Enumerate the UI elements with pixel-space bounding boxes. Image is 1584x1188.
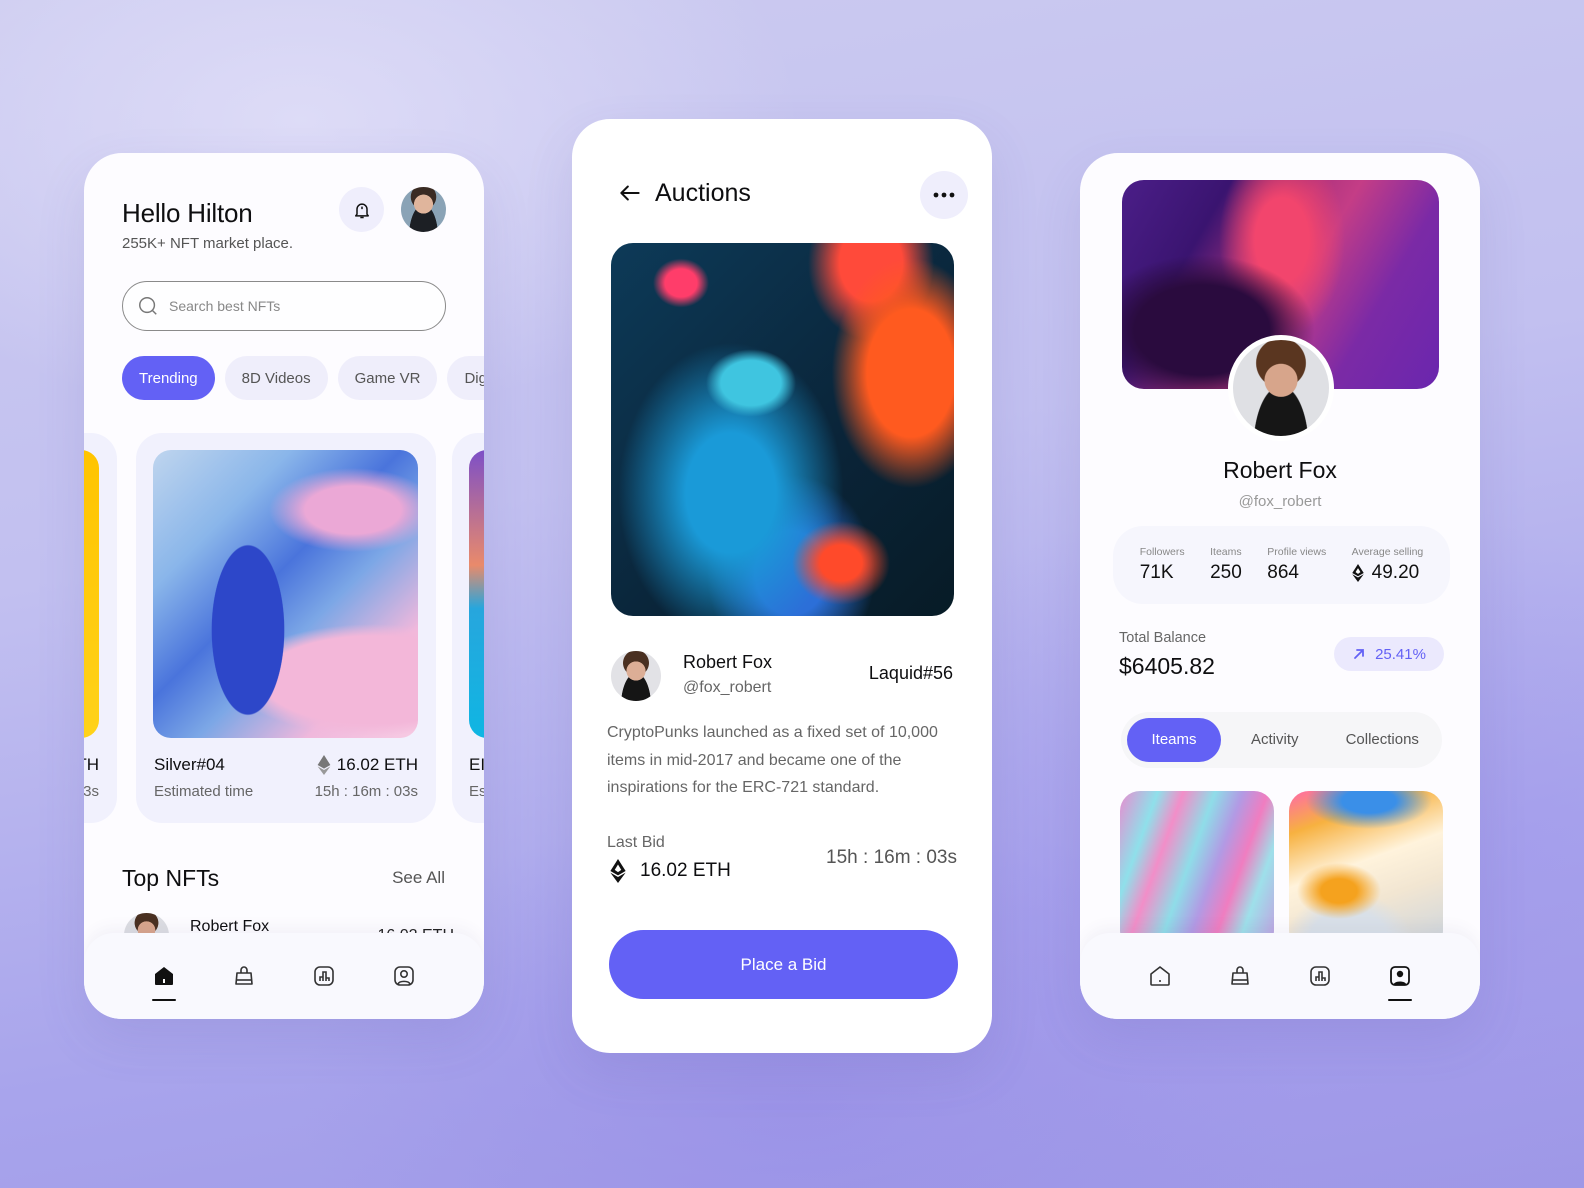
stat-items: Iteams 250: [1210, 546, 1242, 584]
nft-label-partial: Es: [469, 783, 484, 800]
stat-followers: Followers 71K: [1140, 546, 1185, 584]
tab-bag[interactable]: [229, 961, 259, 991]
last-bid-amount: 16.02 ETH: [640, 860, 731, 881]
nft-name-partial: EI: [469, 755, 484, 774]
search-icon: [139, 297, 157, 315]
chip-8d-videos[interactable]: 8D Videos: [224, 356, 328, 400]
profile-icon: [394, 966, 414, 986]
more-options-button[interactable]: [920, 171, 968, 219]
profile-avatar: [1228, 335, 1334, 441]
nft-hero-image: [611, 243, 954, 616]
stat-label: Profile views: [1267, 546, 1327, 558]
category-chips: Trending 8D Videos Game VR Digi: [122, 356, 484, 400]
ethereum-icon: [317, 755, 331, 775]
nft-id: Laquid#56: [868, 663, 953, 683]
tab-profile[interactable]: [389, 961, 419, 991]
nft-thumbnail[interactable]: [1289, 791, 1443, 951]
segment-collections[interactable]: Collections: [1329, 718, 1437, 762]
total-balance-label: Total Balance: [1119, 630, 1207, 646]
chip-trending[interactable]: Trending: [122, 356, 215, 400]
back-arrow-icon[interactable]: [617, 180, 643, 206]
nft-card-partial-left[interactable]: TH 3s: [84, 433, 117, 823]
place-bid-button[interactable]: Place a Bid: [609, 930, 958, 999]
bag-icon: [1231, 966, 1249, 985]
tab-profile[interactable]: [1385, 961, 1415, 1001]
segment-activity[interactable]: Activity: [1221, 718, 1329, 762]
stat-value: 250: [1210, 562, 1242, 583]
stat-profile-views: Profile views 864: [1267, 546, 1326, 584]
stat-average-selling: Average selling 49.20: [1352, 546, 1424, 584]
stat-label: Followers: [1139, 546, 1185, 558]
tab-bag[interactable]: [1225, 961, 1255, 991]
auction-screen: Auctions Robert Fox @fox_robert Laquid#5…: [572, 119, 992, 1053]
nft-artwork: [153, 450, 418, 738]
balance-change-value: 25.41%: [1375, 645, 1426, 663]
auction-countdown: 15h : 16m : 03s: [826, 847, 957, 868]
profile-screen: Robert Fox @fox_robert Followers 71K Ite…: [1080, 153, 1480, 1019]
home-icon: [1150, 966, 1170, 986]
last-bid-label: Last Bid: [607, 834, 665, 851]
ethereum-icon: [610, 859, 626, 883]
profile-name: Robert Fox: [1223, 457, 1337, 483]
search-input[interactable]: Search best NFTs: [122, 281, 446, 331]
last-bid-value: 16.02 ETH: [610, 859, 731, 883]
home-icon: [155, 967, 173, 985]
greeting: Hello Hilton: [122, 198, 253, 228]
nft-artwork: [469, 450, 484, 738]
nft-thumbnail[interactable]: [1120, 791, 1274, 951]
nft-name: Silver#04: [154, 755, 225, 774]
nft-description: CryptoPunks launched as a fixed set of 1…: [607, 724, 938, 796]
ethereum-icon: [1351, 564, 1364, 582]
nft-time-partial: 3s: [84, 783, 99, 800]
subtitle: 255K+ NFT market place.: [122, 235, 294, 252]
balance-change-badge: 25.41%: [1334, 637, 1444, 671]
bell-icon: [354, 202, 369, 218]
profile-stats: Followers 71K Iteams 250 Profile views 8…: [1113, 526, 1450, 604]
top-nfts-title: Top NFTs: [122, 865, 220, 891]
stat-value: 71K: [1139, 562, 1174, 583]
tab-home[interactable]: [1145, 961, 1175, 991]
estimated-time-label: Estimated time: [154, 783, 254, 800]
nft-card-featured[interactable]: Silver#04 16.02 ETH Estimated time 15h :…: [136, 433, 436, 823]
nft-card-partial-right[interactable]: EI Es: [452, 433, 484, 823]
owner-avatar[interactable]: [611, 651, 661, 701]
nft-price-value: 16.02 ETH: [336, 755, 418, 774]
chart-icon: [1310, 966, 1330, 986]
more-horizontal-icon: [933, 192, 955, 198]
bottom-tab-bar: [1080, 933, 1480, 1019]
search-placeholder: Search best NFTs: [169, 298, 281, 314]
chip-digital[interactable]: Digi: [447, 356, 484, 400]
chip-game-vr[interactable]: Game VR: [337, 356, 438, 400]
stat-label: Iteams: [1210, 546, 1242, 558]
profile-segment-tabs: Iteams Activity Collections: [1121, 712, 1442, 768]
page-title: Auctions: [655, 179, 751, 207]
notifications-button[interactable]: [339, 187, 384, 232]
bottom-tab-bar: [84, 933, 484, 1019]
stat-label: Average selling: [1351, 546, 1424, 558]
profile-icon: [1390, 966, 1410, 986]
owner-handle: @fox_robert: [683, 679, 772, 696]
owner-name: Robert Fox: [683, 652, 773, 672]
chart-icon: [314, 966, 334, 986]
home-screen: Hello Hilton 255K+ NFT market place. Sea…: [84, 153, 484, 1019]
average-selling-value: 49.20: [1371, 562, 1420, 583]
stat-value: 49.20: [1351, 562, 1424, 584]
segment-items[interactable]: Iteams: [1127, 718, 1221, 762]
estimated-time-value: 15h : 16m : 03s: [314, 783, 418, 800]
tab-stats[interactable]: [309, 961, 339, 991]
nft-price: 16.02 ETH: [317, 755, 418, 775]
nft-artwork: [84, 450, 99, 738]
arrow-up-right-icon: [1354, 649, 1364, 659]
nft-price-partial: TH: [84, 755, 99, 774]
bag-icon: [235, 966, 253, 985]
stat-value: 864: [1267, 562, 1299, 583]
tab-home[interactable]: [149, 961, 179, 1001]
profile-handle: @fox_robert: [1238, 493, 1322, 510]
tab-stats[interactable]: [1305, 961, 1335, 991]
total-balance-value: $6405.82: [1119, 653, 1215, 679]
user-avatar[interactable]: [401, 187, 446, 232]
see-all-link[interactable]: See All: [392, 868, 445, 888]
